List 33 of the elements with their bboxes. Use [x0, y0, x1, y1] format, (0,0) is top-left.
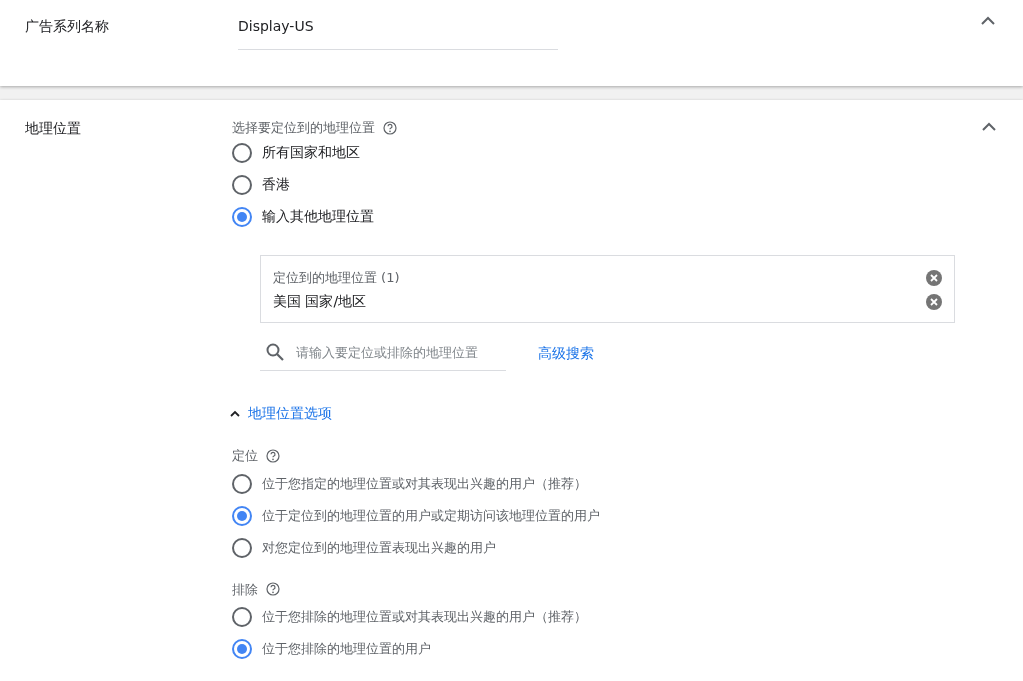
collapse-chevron-icon[interactable] [981, 16, 995, 25]
field-label: 广告系列名称 [25, 18, 109, 34]
prompt-text: 选择要定位到的地理位置 [232, 119, 375, 137]
help-icon[interactable] [266, 582, 280, 597]
radio-label: 位于您指定的地理位置或对其表现出兴趣的用户（推荐） [262, 474, 587, 493]
radio-label: 所有国家和地区 [262, 143, 360, 162]
remove-icon[interactable] [926, 293, 942, 310]
remove-all-icon[interactable] [926, 269, 942, 286]
radio-button[interactable] [232, 639, 252, 659]
radio-label: 位于您排除的地理位置或对其表现出兴趣的用户（推荐） [262, 608, 587, 627]
section-label: 地理位置 [25, 120, 81, 136]
radio-button[interactable] [232, 142, 252, 163]
radio-label: 对您定位到的地理位置表现出兴趣的用户 [262, 538, 496, 557]
advanced-search-link[interactable]: 高级搜索 [538, 343, 594, 365]
group-label: 排除 [232, 580, 258, 599]
help-icon[interactable] [383, 120, 397, 135]
location-options-toggle[interactable]: 地理位置选项 [230, 403, 332, 424]
search-icon [266, 343, 284, 362]
radio-button[interactable] [232, 473, 252, 494]
radio-label: 输入其他地理位置 [262, 207, 374, 226]
radio-label: 位于您排除的地理位置的用户 [262, 640, 431, 659]
collapse-chevron-icon[interactable] [982, 122, 996, 131]
radio-button[interactable] [232, 505, 252, 526]
radio-label: 香港 [262, 175, 290, 194]
help-icon[interactable] [266, 448, 280, 463]
radio-label: 位于定位到的地理位置的用户或定期访问该地理位置的用户 [262, 506, 600, 525]
group-label: 定位 [232, 447, 258, 465]
radio-button[interactable] [232, 174, 252, 195]
radio-button[interactable] [232, 607, 252, 627]
radio-button[interactable] [232, 206, 252, 227]
radio-button[interactable] [232, 537, 252, 558]
panel-title: 定位到的地理位置 (1) [273, 268, 400, 287]
location-item: 美国 国家/地区 [273, 292, 367, 311]
